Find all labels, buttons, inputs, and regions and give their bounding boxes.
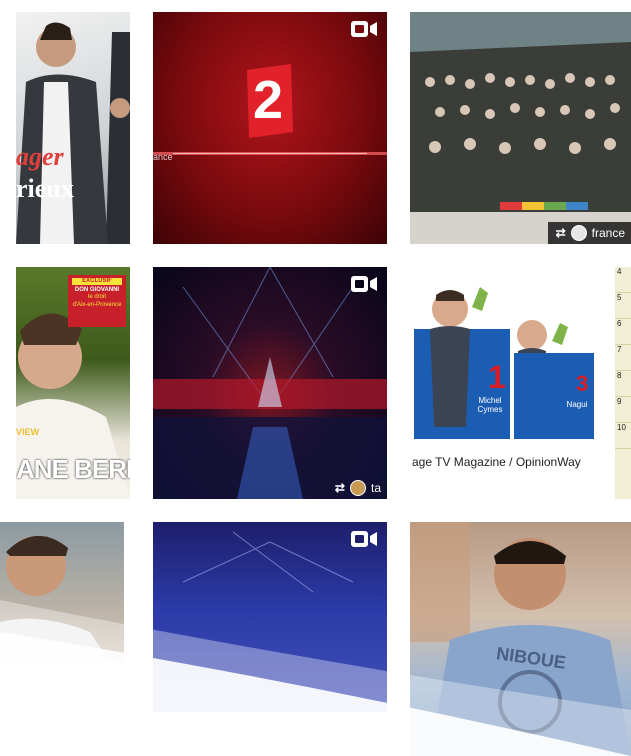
repost-handle: france [591, 226, 625, 240]
side-rank-5: 5 [615, 293, 631, 319]
media-tile-8[interactable] [153, 522, 387, 712]
media-tile-3[interactable]: ⇄ france [410, 12, 631, 244]
repost-badge: ⇄ france [547, 222, 631, 244]
media-tile-9[interactable]: NIBOUE [410, 522, 631, 756]
rank-number-1: 1 [488, 359, 506, 395]
side-rank-10: 10 [615, 423, 631, 449]
tile-caption: age TV Magazine / OpinionWay [412, 455, 581, 469]
video-camera-icon [351, 531, 377, 547]
repost-badge: ⇄ ta [327, 477, 387, 499]
corner-text: VIEW [16, 427, 40, 437]
side-rank-9: 9 [615, 397, 631, 423]
repost-icon: ⇄ [334, 481, 345, 495]
overlay-small-text: ance [153, 152, 173, 162]
media-tile-2[interactable]: 2 ance [153, 12, 387, 244]
concert-stage-photo [153, 267, 387, 499]
repost-handle: ta [370, 481, 381, 495]
side-rank-4: 4 [615, 267, 631, 293]
media-tile-6[interactable]: 1 Michel Cymes 3 Nagui age TV Magazine /… [410, 267, 631, 499]
side-rank-6: 6 [615, 319, 631, 345]
stage-lights-photo [182, 531, 354, 593]
media-tile-4[interactable]: EXCLUSIF DON GIOVANNI le droit d'Aix-en-… [16, 267, 130, 499]
france2-logo-digit: 2 [253, 70, 284, 130]
video-camera-icon [351, 276, 377, 292]
cover-name-text: ANE BERN [16, 454, 130, 484]
avatar [570, 225, 587, 241]
group-photo [410, 12, 631, 244]
person-photo [16, 22, 130, 244]
badge-line-1: DON GIOVANNI [74, 287, 120, 294]
badge-top-label: EXCLUSIF [72, 278, 122, 286]
badge-line-2: le droit [87, 294, 106, 301]
side-rank-8: 8 [615, 371, 631, 397]
avatar [349, 480, 366, 496]
magazine-badge: EXCLUSIF DON GIOVANNI le droit d'Aix-en-… [68, 275, 126, 327]
repost-icon: ⇄ [555, 226, 566, 240]
side-ranking-list: 4 5 6 7 8 9 10 [615, 267, 631, 499]
person-photo [0, 535, 110, 662]
badge-line-3: d'Aix-en-Provence [72, 301, 122, 308]
rank-name-1: Michel Cymes [477, 396, 503, 414]
overlay-text-line-1: ager [16, 142, 64, 171]
media-tile-5[interactable]: ⇄ ta [153, 267, 387, 499]
video-camera-icon [351, 21, 377, 37]
rank-number-3: 3 [576, 371, 589, 396]
rank-name-3: Nagui [566, 400, 588, 409]
media-tile-1[interactable]: ager rieux [16, 12, 130, 244]
media-tile-7[interactable] [0, 522, 124, 662]
side-rank-7: 7 [615, 345, 631, 371]
person-photo [410, 522, 631, 756]
overlay-text-line-2: rieux [16, 174, 74, 203]
